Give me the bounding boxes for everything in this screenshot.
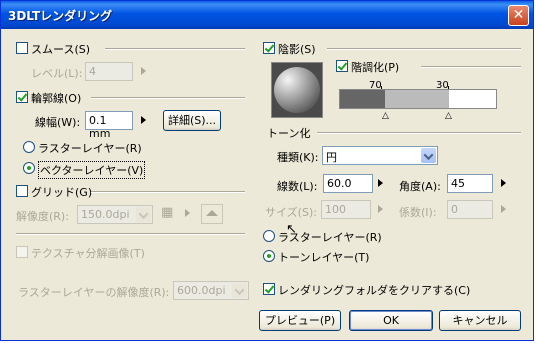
texture-checkbox — [16, 246, 28, 258]
shadow-label[interactable]: 陰影(S) — [278, 41, 316, 57]
smooth-label[interactable]: スムース(S) — [31, 41, 90, 57]
shading-preview — [271, 62, 323, 118]
raster-resolution-select: 600.0dpi — [173, 281, 249, 300]
angle-value: 45 — [451, 177, 465, 190]
shadow-checkbox[interactable] — [263, 42, 275, 54]
gradation-right-handle-icon[interactable]: △ — [445, 111, 452, 121]
level-arrow-icon — [141, 67, 146, 75]
chevron-down-icon — [136, 207, 151, 222]
factor-value: 0 — [451, 203, 458, 216]
tone-raster-layer-radio[interactable] — [263, 230, 275, 242]
outline-checkbox[interactable] — [16, 91, 28, 103]
line-width-label: 線幅(W): — [35, 116, 81, 129]
grid-checkbox[interactable] — [16, 185, 28, 197]
gradation-label[interactable]: 階調化(P) — [351, 59, 399, 75]
clear-folder-label[interactable]: レンダリングフォルダをクリアする(C) — [278, 282, 470, 298]
angle-arrow-icon[interactable] — [501, 179, 506, 187]
line-width-value: 0.1 mm — [89, 114, 111, 140]
lines-arrow-icon[interactable] — [378, 179, 383, 187]
title-bar[interactable]: 3DLTレンダリング ✕ — [1, 1, 533, 29]
factor-input: 0 — [447, 200, 493, 219]
level-value: 4 — [89, 65, 96, 78]
gradation-tick — [381, 86, 382, 89]
raster-layer-radio[interactable] — [23, 141, 35, 153]
smooth-checkbox[interactable] — [16, 42, 28, 54]
lines-label: 線数(L): — [277, 180, 318, 193]
line-width-arrow-icon[interactable] — [141, 116, 146, 124]
angle-label: 角度(A): — [399, 180, 441, 193]
raster-resolution-value: 600.0dpi — [177, 284, 226, 297]
lines-value: 60.0 — [327, 177, 352, 190]
resolution-label: 解像度(R): — [16, 210, 69, 223]
gradation-left-handle-icon[interactable]: △ — [382, 111, 389, 121]
raster-layer-label[interactable]: ラスターレイヤー(R) — [38, 140, 142, 156]
vector-layer-label[interactable]: ベクターレイヤー(V) — [38, 161, 146, 179]
vector-layer-radio[interactable] — [23, 162, 35, 174]
size-label: サイズ(S): — [265, 206, 317, 219]
divider — [105, 48, 245, 50]
divider — [327, 48, 521, 50]
tone-layer-radio[interactable] — [263, 250, 275, 262]
divider — [421, 66, 521, 68]
size-input: 100 — [321, 200, 371, 219]
cancel-button[interactable]: キャンセル — [439, 310, 521, 331]
sphere-preview-icon — [274, 67, 320, 113]
kind-value: 円 — [326, 151, 337, 164]
divider — [91, 97, 245, 99]
triangle-icon — [206, 210, 218, 216]
angle-input[interactable]: 45 — [447, 174, 493, 193]
gradation-checkbox[interactable] — [336, 60, 348, 72]
size-value: 100 — [325, 203, 346, 216]
divider — [16, 233, 245, 235]
resolution-value: 150.0dpi — [81, 208, 130, 221]
resolution-select: 150.0dpi — [77, 205, 153, 224]
raster-resolution-label: ラスターレイヤーの解像度(R): — [18, 286, 170, 299]
tone-layer-label[interactable]: トーンレイヤー(T) — [278, 249, 369, 265]
grid-icon: ▦ — [161, 205, 174, 220]
grid-arrow-icon — [185, 209, 190, 217]
gradation-tick — [448, 86, 449, 89]
kind-label: 種類(K): — [277, 151, 319, 164]
gradation-light — [449, 90, 496, 108]
render-dialog: 3DLTレンダリング ✕ スムース(S) レベル(L): 4 輪郭線(O) 線幅… — [0, 0, 534, 341]
grid-options-button — [201, 204, 223, 224]
grid-label[interactable]: グリッド(G) — [31, 184, 92, 200]
level-label: レベル(L): — [31, 67, 83, 80]
gradation-dark — [340, 90, 385, 108]
outline-label[interactable]: 輪郭線(O) — [31, 90, 81, 106]
close-button[interactable]: ✕ — [508, 5, 529, 26]
line-width-input[interactable]: 0.1 mm — [85, 111, 133, 140]
tone-section-label: トーン化 — [267, 127, 311, 140]
size-arrow-icon — [378, 205, 383, 213]
kind-select[interactable]: 円 — [322, 146, 438, 165]
detail-button[interactable]: 詳細(S)... — [163, 110, 221, 131]
factor-label: 係数(I): — [399, 206, 437, 219]
divider — [91, 191, 245, 193]
factor-arrow-icon — [501, 205, 506, 213]
texture-label: テクスチャ分解画像(T) — [31, 247, 145, 260]
divider — [317, 132, 521, 134]
gradation-mid — [385, 90, 449, 108]
level-input: 4 — [85, 62, 133, 81]
mouse-cursor-icon: ↖ — [286, 222, 297, 237]
gradation-bar[interactable] — [339, 89, 497, 109]
chevron-down-icon — [232, 283, 247, 298]
ok-button[interactable]: OK — [349, 310, 433, 331]
lines-input[interactable]: 60.0 — [323, 174, 373, 193]
preview-button[interactable]: プレビュー(P) — [259, 310, 341, 331]
clear-folder-checkbox[interactable] — [263, 283, 275, 295]
chevron-down-icon[interactable] — [421, 148, 436, 163]
window-title: 3DLTレンダリング — [8, 9, 113, 23]
